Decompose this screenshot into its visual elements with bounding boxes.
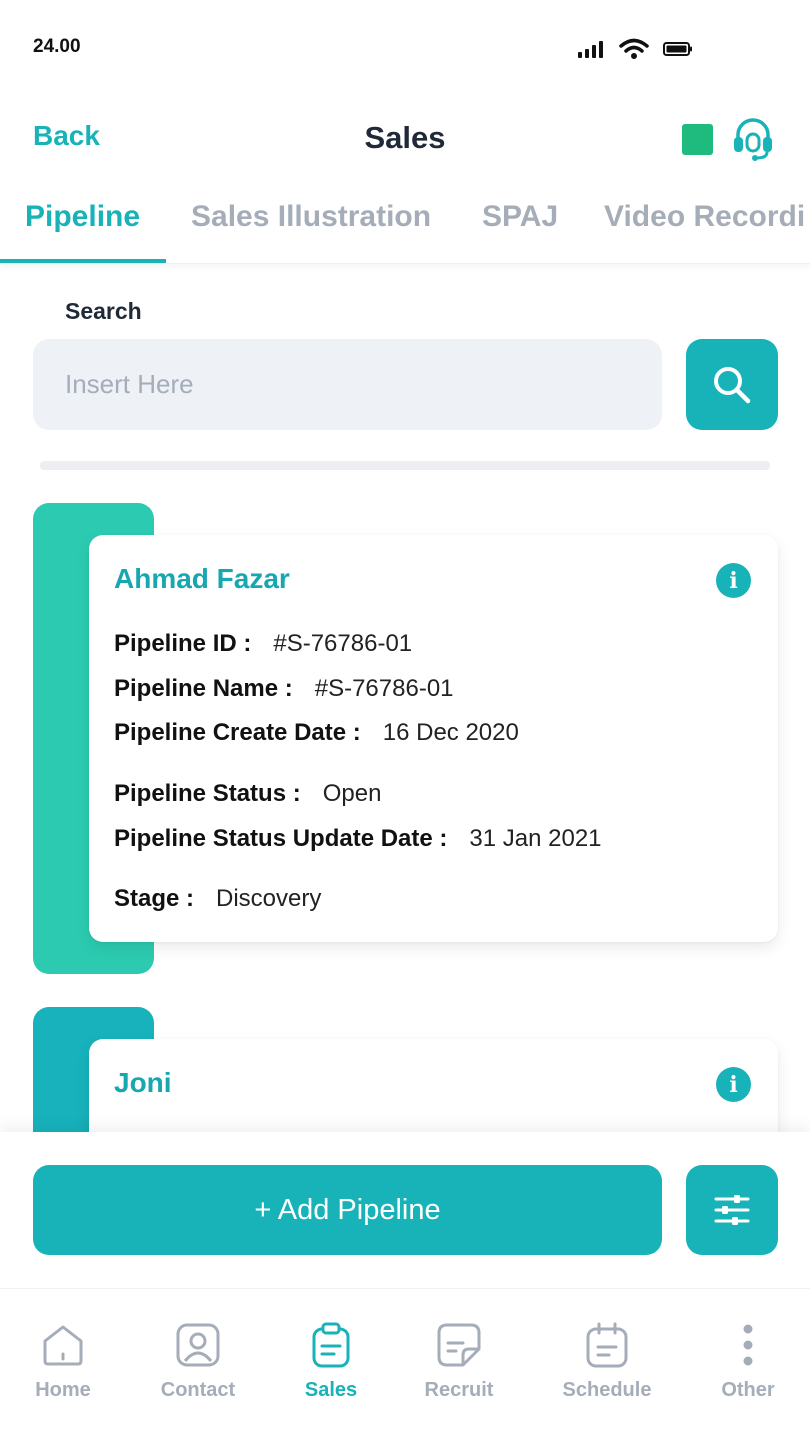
field-value: Open bbox=[322, 780, 382, 807]
pipeline-card[interactable]: Ahmad Fazar i Pipeline ID : #S-76786-01 P… bbox=[89, 535, 778, 942]
active-tab-indicator bbox=[0, 259, 166, 263]
bottom-navigation: Home Contact Sales Recruit Schedule Othe… bbox=[0, 1288, 810, 1440]
pipeline-customer-name: Joni bbox=[114, 1067, 172, 1098]
nav-label: Recruit bbox=[424, 1379, 494, 1401]
nav-label: Sales bbox=[304, 1379, 358, 1401]
search-button[interactable] bbox=[686, 339, 778, 430]
search-icon bbox=[714, 366, 751, 403]
pipeline-id-field: Pipeline ID : #S-76786-01 bbox=[114, 630, 412, 658]
add-pipeline-button[interactable]: + Add Pipeline bbox=[33, 1165, 662, 1255]
field-label: Pipeline Status Update Date : bbox=[114, 825, 448, 852]
nav-label: Contact bbox=[160, 1379, 236, 1401]
field-label: Pipeline Create Date : bbox=[114, 719, 361, 746]
tab-pipeline[interactable]: Pipeline bbox=[25, 200, 140, 234]
divider bbox=[40, 461, 770, 470]
field-value: #S-76786-01 bbox=[314, 675, 454, 702]
sales-clipboard-icon bbox=[312, 1322, 350, 1368]
search-input[interactable] bbox=[33, 339, 662, 430]
wifi-icon bbox=[619, 38, 649, 59]
nav-home[interactable]: Home bbox=[3, 1321, 123, 1402]
headset-support-icon[interactable] bbox=[731, 116, 775, 162]
header: Back Sales bbox=[0, 110, 810, 170]
pipeline-stage-field: Stage : Discovery bbox=[114, 885, 321, 913]
field-value: 31 Jan 2021 bbox=[469, 825, 602, 852]
tab-bar: Pipeline Sales Illustration SPAJ Video R… bbox=[0, 180, 810, 264]
nav-other[interactable]: Other bbox=[688, 1321, 808, 1402]
field-label: Pipeline Name : bbox=[114, 675, 293, 702]
info-icon[interactable]: i bbox=[716, 563, 751, 598]
contact-icon bbox=[176, 1323, 220, 1367]
tab-sales-illustration[interactable]: Sales Illustration bbox=[191, 200, 431, 234]
status-icons bbox=[577, 38, 693, 60]
signal-icon bbox=[578, 41, 603, 58]
field-value: #S-76786-01 bbox=[273, 630, 413, 657]
battery-icon bbox=[663, 42, 692, 56]
pipeline-status-update-date-field: Pipeline Status Update Date : 31 Jan 2021 bbox=[114, 825, 602, 853]
nav-label: Schedule bbox=[562, 1379, 652, 1401]
nav-schedule[interactable]: Schedule bbox=[547, 1321, 667, 1402]
filter-button[interactable] bbox=[686, 1165, 778, 1255]
pipeline-status-field: Pipeline Status : Open bbox=[114, 780, 381, 808]
more-vertical-icon bbox=[743, 1324, 753, 1366]
tab-video-recording[interactable]: Video Recordi bbox=[604, 200, 805, 234]
nav-recruit[interactable]: Recruit bbox=[399, 1321, 519, 1402]
pipeline-name-field: Pipeline Name : #S-76786-01 bbox=[114, 675, 454, 703]
field-label: Stage : bbox=[114, 885, 195, 912]
action-panel: + Add Pipeline bbox=[0, 1132, 810, 1288]
status-time: 24.00 bbox=[33, 36, 81, 57]
nav-label: Other bbox=[721, 1379, 775, 1401]
pipeline-create-date-field: Pipeline Create Date : 16 Dec 2020 bbox=[114, 719, 519, 747]
calendar-icon bbox=[586, 1322, 628, 1368]
nav-contact[interactable]: Contact bbox=[138, 1321, 258, 1402]
field-label: Pipeline Status : bbox=[114, 780, 301, 807]
field-value: 16 Dec 2020 bbox=[382, 719, 519, 746]
search-label: Search bbox=[65, 298, 142, 324]
nav-sales[interactable]: Sales bbox=[271, 1321, 391, 1402]
field-value: Discovery bbox=[216, 885, 322, 912]
filter-sliders-icon bbox=[714, 1195, 750, 1225]
home-icon bbox=[43, 1325, 83, 1366]
info-icon[interactable]: i bbox=[716, 1067, 751, 1102]
tab-spaj[interactable]: SPAJ bbox=[482, 200, 558, 234]
nav-label: Home bbox=[35, 1379, 91, 1401]
pipeline-customer-name: Ahmad Fazar bbox=[114, 563, 290, 594]
recruit-note-icon bbox=[437, 1323, 481, 1367]
field-label: Pipeline ID : bbox=[114, 630, 252, 657]
status-square-icon bbox=[682, 124, 713, 155]
status-bar: 24.00 bbox=[0, 0, 810, 96]
